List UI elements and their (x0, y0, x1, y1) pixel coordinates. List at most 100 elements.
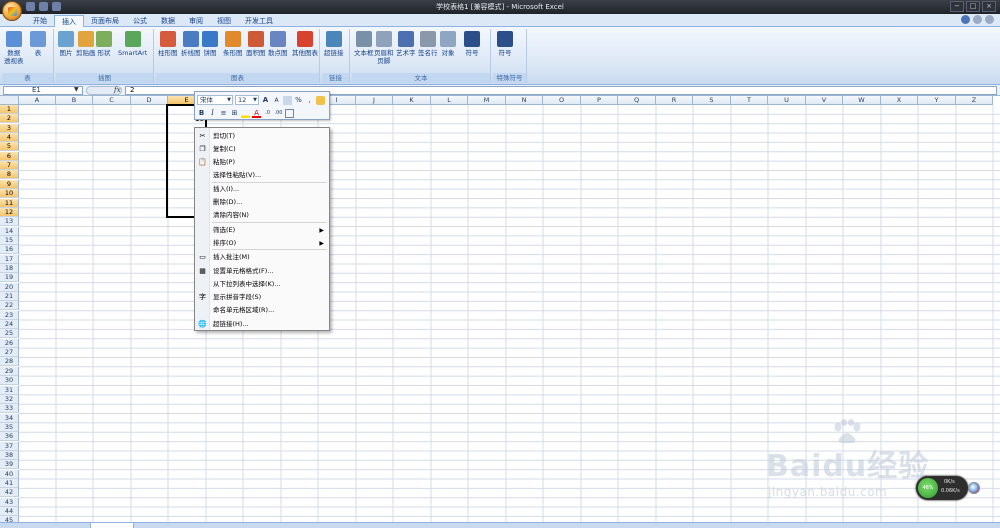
decrease-font-icon[interactable]: A (272, 96, 281, 105)
context-menu-item-7[interactable]: 筛选(E) ▶ (195, 224, 329, 237)
ribbon-button-2-0[interactable]: 柱形图 (158, 31, 178, 57)
column-header-U[interactable]: U (768, 96, 806, 105)
context-menu-item-11[interactable]: 从下拉列表中选择(K)... (195, 278, 329, 291)
ribbon-minimize-icon[interactable] (973, 15, 982, 24)
row-header-34[interactable]: 34 (0, 413, 19, 423)
row-header-17[interactable]: 17 (0, 254, 19, 264)
row-header-13[interactable]: 13 (0, 217, 19, 227)
ribbon-button-2-5[interactable]: 散点图 (268, 31, 288, 57)
borders-icon[interactable]: ⊞ (230, 109, 239, 118)
ribbon-button-1-3[interactable]: SmartArt (118, 31, 147, 57)
row-header-4[interactable]: 4 (0, 133, 19, 143)
fill-color-icon[interactable] (241, 108, 250, 118)
column-header-K[interactable]: K (393, 96, 431, 105)
ribbon-button-2-1[interactable]: 折线图 (181, 31, 201, 57)
column-header-C[interactable]: C (93, 96, 131, 105)
sheet-tab[interactable] (90, 523, 134, 528)
network-speed-widget[interactable]: 46% 0K/s 0.06K/s (916, 476, 968, 500)
font-size-select[interactable]: 12 ▼ (235, 95, 259, 105)
row-header-10[interactable]: 10 (0, 189, 19, 199)
column-header-J[interactable]: J (356, 96, 393, 105)
context-menu-item-1[interactable]: ❐ 复制(C) (195, 143, 329, 156)
ribbon-button-2-2[interactable]: 饼图 (202, 31, 218, 57)
row-header-25[interactable]: 25 (0, 329, 19, 339)
maximize-button[interactable]: □ (966, 1, 980, 12)
row-header-12[interactable]: 12 (0, 207, 19, 217)
context-menu-item-5[interactable]: 删除(D)... (195, 196, 329, 209)
increase-decimal-icon[interactable]: .0 (263, 109, 272, 118)
tab-4[interactable]: 数据 (154, 15, 182, 27)
context-menu-item-6[interactable]: 清除内容(N) (195, 209, 329, 222)
select-all-corner[interactable] (0, 96, 19, 105)
row-header-3[interactable]: 3 (0, 123, 19, 133)
ribbon-button-4-1[interactable]: 页眉和 页脚 (374, 31, 394, 65)
column-header-X[interactable]: X (881, 96, 918, 105)
row-header-16[interactable]: 16 (0, 245, 19, 255)
row-header-20[interactable]: 20 (0, 282, 19, 292)
center-align-icon[interactable]: ≡ (219, 109, 228, 118)
ribbon-button-0-0[interactable]: 数据 透视表 (4, 31, 24, 65)
row-header-15[interactable]: 15 (0, 235, 19, 245)
row-header-7[interactable]: 7 (0, 161, 19, 171)
row-header-8[interactable]: 8 (0, 170, 19, 180)
row-header-14[interactable]: 14 (0, 226, 19, 236)
column-header-A[interactable]: A (19, 96, 56, 105)
ribbon-button-0-1[interactable]: 表 (30, 31, 46, 57)
name-box[interactable]: E1 (3, 86, 83, 95)
worksheet-grid[interactable]: ABCDEFGHIJKLMNOPQRSTUVWXYZ12345678910111… (0, 96, 1000, 524)
context-menu-item-4[interactable]: 插入(I)... (195, 183, 329, 196)
row-header-42[interactable]: 42 (0, 488, 19, 498)
row-header-19[interactable]: 19 (0, 273, 19, 283)
row-header-41[interactable]: 41 (0, 479, 19, 488)
ribbon-button-4-4[interactable]: 对象 (440, 31, 456, 57)
column-header-B[interactable]: B (56, 96, 93, 105)
column-header-P[interactable]: P (581, 96, 618, 105)
column-header-T[interactable]: T (731, 96, 768, 105)
column-header-Y[interactable]: Y (918, 96, 956, 105)
tab-3[interactable]: 公式 (126, 15, 154, 27)
ribbon-button-4-5[interactable]: 符号 (464, 31, 480, 57)
close-button[interactable]: × (982, 1, 996, 12)
column-header-R[interactable]: R (656, 96, 693, 105)
row-header-5[interactable]: 5 (0, 142, 19, 152)
tab-6[interactable]: 视图 (210, 15, 238, 27)
context-menu-item-2[interactable]: 📋 粘贴(P) (195, 156, 329, 169)
row-header-27[interactable]: 27 (0, 348, 19, 358)
minimize-button[interactable]: − (950, 1, 964, 12)
context-menu-item-14[interactable]: 🌐 超链接(H)... (195, 318, 329, 331)
column-header-Q[interactable]: Q (618, 96, 656, 105)
help-icon[interactable] (961, 15, 970, 24)
insert-function-icon[interactable]: fx (114, 86, 121, 94)
column-header-L[interactable]: L (431, 96, 468, 105)
context-menu-item-10[interactable]: ▦ 设置单元格格式(F)... (195, 265, 329, 278)
context-menu-item-13[interactable]: 命名单元格区域(R)... (195, 304, 329, 317)
row-header-32[interactable]: 32 (0, 394, 19, 404)
ribbon-button-1-1[interactable]: 剪贴画 (76, 31, 96, 57)
row-header-28[interactable]: 28 (0, 357, 19, 367)
accelerator-ball-icon[interactable] (968, 482, 980, 494)
restore-icon[interactable] (985, 15, 994, 24)
tab-5[interactable]: 审阅 (182, 15, 210, 27)
column-header-O[interactable]: O (543, 96, 581, 105)
row-header-44[interactable]: 44 (0, 507, 19, 517)
context-menu-item-9[interactable]: ▭ 插入批注(M) (195, 251, 329, 264)
row-header-23[interactable]: 23 (0, 310, 19, 320)
column-header-N[interactable]: N (506, 96, 543, 105)
italic-icon[interactable]: I (208, 109, 217, 118)
row-header-40[interactable]: 40 (0, 469, 19, 479)
column-header-W[interactable]: W (843, 96, 881, 105)
ribbon-button-5-0[interactable]: 符号 (497, 31, 513, 57)
font-color-icon[interactable]: A (252, 109, 261, 118)
ribbon-button-1-0[interactable]: 图片 (58, 31, 74, 57)
tab-0[interactable]: 开始 (26, 15, 54, 27)
accounting-format-icon[interactable] (283, 95, 292, 105)
comma-style-icon[interactable]: , (305, 96, 314, 105)
decrease-decimal-icon[interactable]: .00 (274, 109, 283, 118)
tab-7[interactable]: 开发工具 (238, 15, 280, 27)
row-header-33[interactable]: 33 (0, 404, 19, 414)
ribbon-button-1-2[interactable]: 形状 (96, 31, 112, 57)
ribbon-button-4-3[interactable]: 签名行 (418, 31, 438, 57)
increase-font-icon[interactable]: A (261, 96, 270, 105)
ribbon-button-2-4[interactable]: 面积图 (246, 31, 266, 57)
ribbon-button-4-0[interactable]: 文本框 (354, 31, 374, 57)
